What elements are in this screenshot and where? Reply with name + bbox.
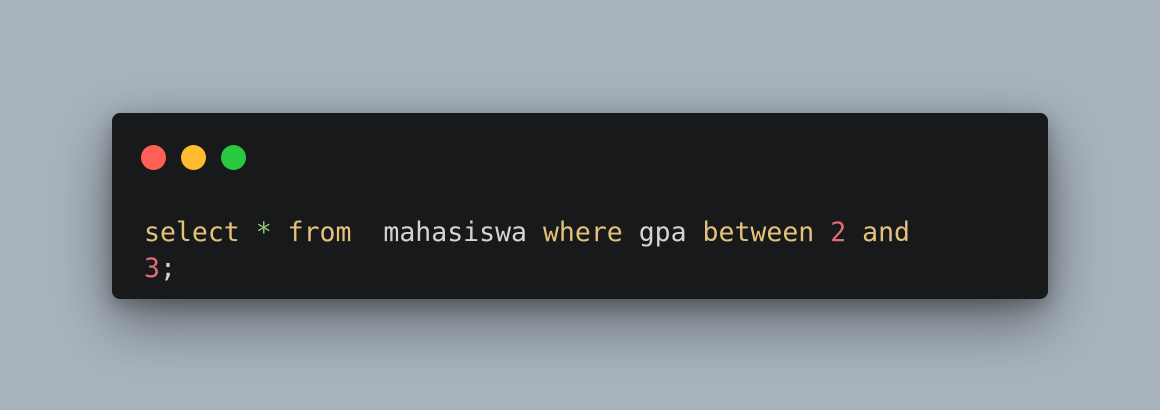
keyword-where: where [542,217,623,248]
number-lower-bound: 2 [830,217,847,248]
keyword-and: and [862,217,911,248]
window-controls [141,145,246,170]
operator-star: * [255,217,272,248]
keyword-from: from [287,217,352,248]
minimize-dot-icon[interactable] [181,145,206,170]
keyword-select: select [144,217,240,248]
maximize-dot-icon[interactable] [221,145,246,170]
keyword-between: between [702,217,815,248]
identifier-table: mahasiswa [383,217,527,248]
semicolon: ; [159,253,176,284]
code-window: select * from mahasiswa where gpa betwee… [112,113,1048,299]
code-block: select * from mahasiswa where gpa betwee… [144,215,1024,287]
number-upper-bound: 3 [144,253,160,284]
close-dot-icon[interactable] [141,145,166,170]
identifier-column: gpa [638,217,687,248]
